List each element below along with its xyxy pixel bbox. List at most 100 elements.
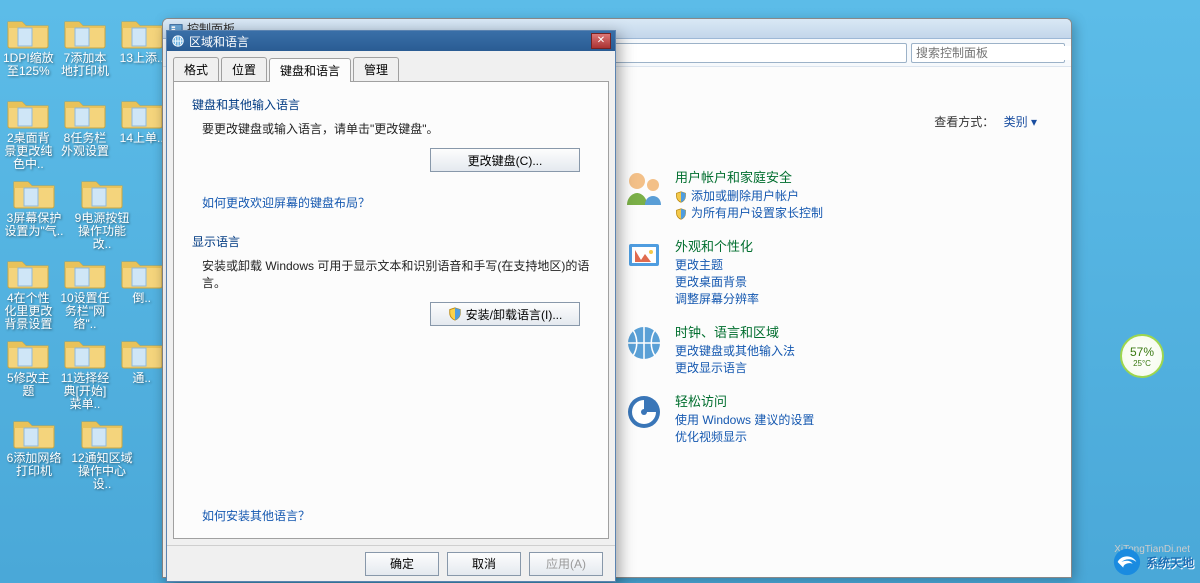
folder-icon xyxy=(120,94,164,130)
category-title[interactable]: 外观和个性化 xyxy=(675,236,759,255)
ok-button[interactable]: 确定 xyxy=(365,552,439,576)
desktop-icon-label: 1DPI缩放至125% xyxy=(0,52,57,78)
category-title[interactable]: 轻松访问 xyxy=(675,391,814,410)
folder-icon xyxy=(63,14,107,50)
desktop: 1DPI缩放至125%7添加本地打印机13上添..2桌面背景更改纯色中..8任务… xyxy=(0,0,170,583)
group-keyboard-title: 键盘和其他输入语言 xyxy=(192,96,590,113)
apply-button[interactable]: 应用(A) xyxy=(529,552,603,576)
swirl-icon xyxy=(1112,547,1142,577)
tab-0[interactable]: 格式 xyxy=(173,57,219,81)
folder-icon xyxy=(63,334,107,370)
desktop-folder[interactable]: 12通知区域操作中心设.. xyxy=(68,414,136,494)
folder-icon xyxy=(80,174,124,210)
desktop-icon-label: 3屏幕保护设置为"气.. xyxy=(0,212,68,238)
view-mode: 查看方式： 类别 ▾ xyxy=(934,113,1037,130)
category-item: 轻松访问使用 Windows 建议的设置优化视频显示 xyxy=(623,391,823,446)
watermark-text: 系统天地 xyxy=(1146,554,1194,571)
desktop-icon-label: 7添加本地打印机 xyxy=(57,52,114,78)
dialog-title: 区域和语言 xyxy=(189,33,591,50)
desktop-folder[interactable]: 1DPI缩放至125% xyxy=(0,14,57,94)
link-install-other[interactable]: 如何安装其他语言？ xyxy=(202,507,590,524)
folder-icon xyxy=(6,14,50,50)
desktop-icon-label: 9电源按钮操作功能改.. xyxy=(68,212,136,251)
folder-icon xyxy=(12,174,56,210)
category-list: 用户帐户和家庭安全添加或删除用户帐户为所有用户设置家长控制外观和个性化更改主题更… xyxy=(623,167,823,460)
folder-icon xyxy=(63,254,107,290)
category-link[interactable]: 为所有用户设置家长控制 xyxy=(675,205,823,222)
folder-icon xyxy=(6,334,50,370)
desktop-folder[interactable]: 6添加网络打印机 xyxy=(0,414,68,494)
tab-body: 键盘和其他输入语言 要更改键盘或输入语言，请单击"更改键盘"。 更改键盘(C).… xyxy=(173,81,609,539)
shield-icon xyxy=(675,208,687,220)
tab-strip: 格式位置键盘和语言管理 xyxy=(167,51,615,81)
folder-icon xyxy=(120,334,164,370)
desktop-folder[interactable]: 3屏幕保护设置为"气.. xyxy=(0,174,68,254)
change-keyboard-button[interactable]: 更改键盘(C)... xyxy=(430,148,580,172)
region-language-dialog: 区域和语言 ✕ 格式位置键盘和语言管理 键盘和其他输入语言 要更改键盘或输入语言… xyxy=(166,30,616,582)
temperature-widget[interactable]: 57% 25°C xyxy=(1120,334,1164,378)
folder-icon xyxy=(12,414,56,450)
category-title[interactable]: 时钟、语言和区域 xyxy=(675,322,795,341)
tab-1[interactable]: 位置 xyxy=(221,57,267,81)
desktop-folder[interactable]: 10设置任务栏"网络".. xyxy=(57,254,114,334)
desktop-folder[interactable]: 7添加本地打印机 xyxy=(57,14,114,94)
desktop-folder[interactable]: 2桌面背景更改纯色中.. xyxy=(0,94,57,174)
shield-icon xyxy=(675,191,687,203)
folder-icon xyxy=(63,94,107,130)
shield-uac-icon xyxy=(448,307,462,321)
group-keyboard: 键盘和其他输入语言 要更改键盘或输入语言，请单击"更改键盘"。 更改键盘(C).… xyxy=(192,96,590,172)
desktop-icon-label: 6添加网络打印机 xyxy=(0,452,68,478)
category-link[interactable]: 调整屏幕分辨率 xyxy=(675,291,759,308)
folder-icon xyxy=(6,254,50,290)
desktop-icon-label: 10设置任务栏"网络".. xyxy=(57,292,114,331)
desktop-icon-label: 4在个性化里更改背景设置 xyxy=(0,292,57,331)
watermark-logo: 系统天地 xyxy=(1112,547,1194,577)
folder-icon xyxy=(120,254,164,290)
group-display-title: 显示语言 xyxy=(192,233,590,250)
group-keyboard-text: 要更改键盘或输入语言，请单击"更改键盘"。 xyxy=(202,121,590,138)
dialog-footer: 确定 取消 应用(A) xyxy=(167,545,615,581)
desktop-icon-label: 8任务栏外观设置 xyxy=(57,132,114,158)
desktop-icon-label: 12通知区域操作中心设.. xyxy=(68,452,136,491)
dialog-titlebar[interactable]: 区域和语言 ✕ xyxy=(167,31,615,51)
desktop-folder[interactable]: 11选择经典[开始]菜单.. xyxy=(57,334,114,414)
globe-icon xyxy=(171,34,185,48)
tab-3[interactable]: 管理 xyxy=(353,57,399,81)
category-link[interactable]: 使用 Windows 建议的设置 xyxy=(675,412,814,429)
group-display-lang: 显示语言 安装或卸载 Windows 可用于显示文本和识别语音和手写(在支持地区… xyxy=(192,233,590,326)
folder-icon xyxy=(120,14,164,50)
category-link[interactable]: 更改显示语言 xyxy=(675,360,795,377)
category-item: 用户帐户和家庭安全添加或删除用户帐户为所有用户设置家长控制 xyxy=(623,167,823,222)
category-icon xyxy=(623,322,665,364)
folder-icon xyxy=(6,94,50,130)
category-link[interactable]: 优化视频显示 xyxy=(675,429,814,446)
desktop-folder[interactable]: 4在个性化里更改背景设置 xyxy=(0,254,57,334)
category-title[interactable]: 用户帐户和家庭安全 xyxy=(675,167,823,186)
link-welcome-layout[interactable]: 如何更改欢迎屏幕的键盘布局？ xyxy=(202,194,590,211)
category-link[interactable]: 更改桌面背景 xyxy=(675,274,759,291)
category-icon xyxy=(623,167,665,209)
desktop-icon-label: 2桌面背景更改纯色中.. xyxy=(0,132,57,171)
view-mode-dropdown[interactable]: 类别 ▾ xyxy=(1004,115,1037,129)
desktop-icon-label: 5修改主题 xyxy=(0,372,57,398)
category-link[interactable]: 添加或删除用户帐户 xyxy=(675,188,823,205)
tab-2[interactable]: 键盘和语言 xyxy=(269,58,351,82)
install-language-button[interactable]: 安装/卸载语言(I)... xyxy=(430,302,580,326)
category-item: 外观和个性化更改主题更改桌面背景调整屏幕分辨率 xyxy=(623,236,823,308)
close-button[interactable]: ✕ xyxy=(591,33,611,49)
desktop-folder[interactable]: 8任务栏外观设置 xyxy=(57,94,114,174)
desktop-folder[interactable]: 9电源按钮操作功能改.. xyxy=(68,174,136,254)
category-icon xyxy=(623,391,665,433)
group-display-text: 安装或卸载 Windows 可用于显示文本和识别语音和手写(在支持地区)的语言。 xyxy=(202,258,590,292)
search-input[interactable] xyxy=(916,46,1071,60)
category-link[interactable]: 更改主题 xyxy=(675,257,759,274)
cancel-button[interactable]: 取消 xyxy=(447,552,521,576)
category-link[interactable]: 更改键盘或其他输入法 xyxy=(675,343,795,360)
widget-temp: 25°C xyxy=(1133,359,1151,368)
widget-percent: 57% xyxy=(1130,345,1154,359)
search-box[interactable] xyxy=(911,43,1065,63)
folder-icon xyxy=(80,414,124,450)
desktop-folder[interactable]: 5修改主题 xyxy=(0,334,57,414)
view-mode-label: 查看方式： xyxy=(934,115,994,129)
category-item: 时钟、语言和区域更改键盘或其他输入法更改显示语言 xyxy=(623,322,823,377)
